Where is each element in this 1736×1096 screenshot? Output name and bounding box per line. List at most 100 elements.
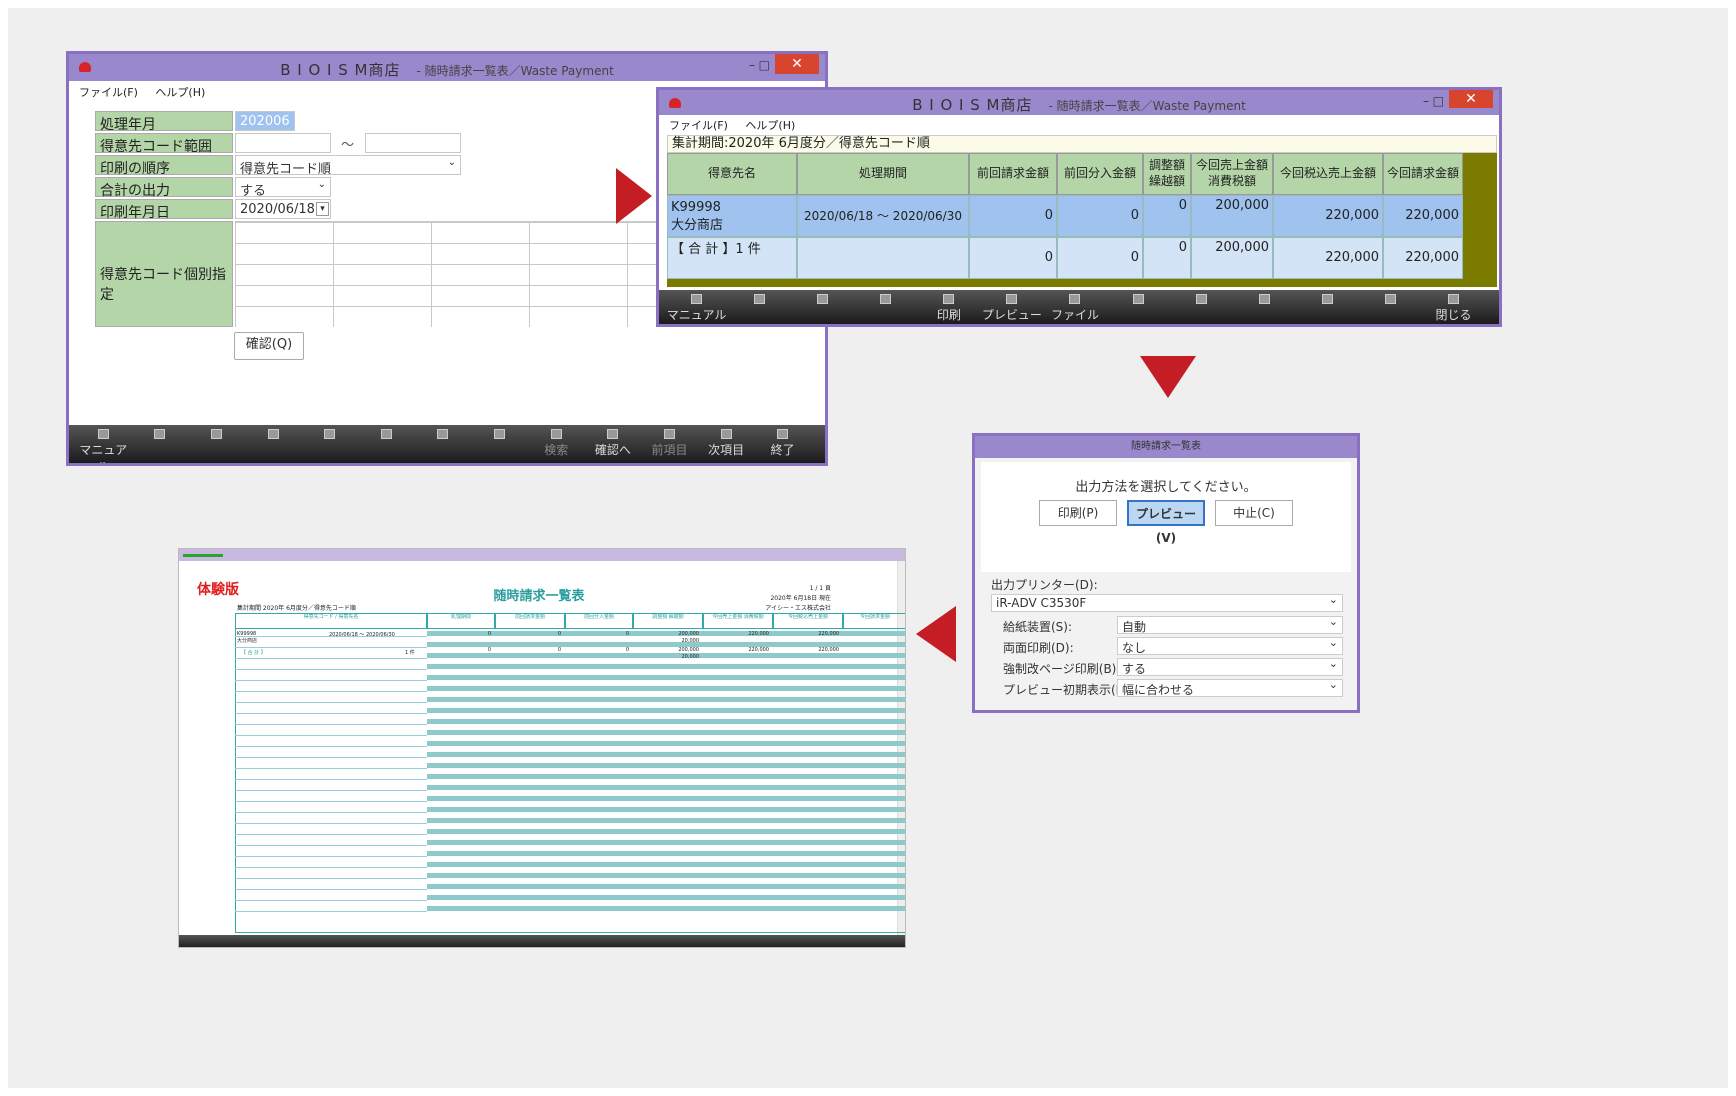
fkey-9[interactable]: 検索 xyxy=(528,429,585,458)
preview-value: 220,000 xyxy=(748,631,769,637)
close-button[interactable]: ✕ xyxy=(775,54,819,74)
blank-icon xyxy=(154,429,166,439)
fkey-3[interactable] xyxy=(791,294,854,306)
row-period-cell[interactable]: 2020/06/18 ～ 2020/06/30 xyxy=(797,195,969,237)
column-header: 前回分入金額 xyxy=(1057,153,1143,195)
preview-button[interactable]: プレビュー(V) xyxy=(1127,500,1205,545)
preview-row-line xyxy=(235,658,427,659)
fkey-10[interactable] xyxy=(1233,294,1296,306)
fkey-5[interactable]: 印刷 xyxy=(917,294,980,323)
fkey-8[interactable] xyxy=(1107,294,1170,306)
fkey-5[interactable] xyxy=(301,429,358,441)
option-select[interactable]: する xyxy=(1117,657,1343,676)
label-print-date: 印刷年月日 xyxy=(95,199,233,221)
row-paid-cell[interactable]: 0 xyxy=(1057,237,1143,279)
fkey-13[interactable]: 終了 xyxy=(754,429,811,458)
arrow-right-icon xyxy=(616,168,652,224)
preview-stripe xyxy=(427,807,905,812)
print-date-input[interactable]: 2020/06/18 ▾ xyxy=(235,199,331,219)
preview-value: 0 xyxy=(625,631,629,637)
processing-month-input[interactable]: 202006 xyxy=(235,111,295,131)
fkey-2[interactable] xyxy=(132,429,189,441)
printer-select[interactable]: iR-ADV C3530F xyxy=(991,593,1343,612)
row-customer-cell[interactable]: 【 合 計 】1 件 xyxy=(667,237,797,279)
fkey-6[interactable]: プレビュー xyxy=(980,294,1043,323)
option-label: プレビュー初期表示(I): xyxy=(1003,683,1128,697)
preview-name: 大分商店 xyxy=(237,638,258,644)
maximize-button[interactable]: □ xyxy=(1433,94,1444,108)
fkey-6[interactable] xyxy=(358,429,415,441)
menu-file[interactable]: ファイル(F) xyxy=(79,86,138,99)
label-print-order: 印刷の順序 xyxy=(95,155,233,177)
print-button[interactable]: 印刷(P) xyxy=(1039,500,1117,526)
row-sales-cell[interactable]: 200,000 xyxy=(1191,195,1273,237)
customer-range-from-input[interactable] xyxy=(235,133,331,153)
row-bill-cell[interactable]: 220,000 xyxy=(1383,195,1463,237)
option-select[interactable]: なし xyxy=(1117,636,1343,655)
option-select[interactable]: 自動 xyxy=(1117,615,1343,634)
minimize-button[interactable]: – xyxy=(749,58,755,72)
fkey-label: ファイル出... xyxy=(1050,308,1099,322)
row-adj-cell[interactable]: 0 xyxy=(1143,195,1191,237)
preview-value: 200,000 xyxy=(678,647,699,653)
customer-range-to-input[interactable] xyxy=(365,133,461,153)
fkey-9[interactable] xyxy=(1170,294,1233,306)
preview-row-line xyxy=(235,900,427,901)
menu-help[interactable]: ヘルプ(H) xyxy=(745,119,795,132)
fkey-3[interactable] xyxy=(188,429,245,441)
page-number: 1 / 1 頁 xyxy=(809,585,831,592)
minimize-button[interactable]: – xyxy=(1423,94,1429,108)
fkey-11[interactable] xyxy=(1296,294,1359,306)
menu-help[interactable]: ヘルプ(H) xyxy=(155,86,205,99)
fkey-4[interactable] xyxy=(245,429,302,441)
fkey-2[interactable] xyxy=(728,294,791,306)
row-bill-cell[interactable]: 220,000 xyxy=(1383,237,1463,279)
fkey-12[interactable]: 次項目 xyxy=(698,429,755,458)
preview-row-line xyxy=(235,724,427,725)
report-date: 2020年 6月18日 現在 xyxy=(770,595,831,602)
window-title: B I O I S M商店 xyxy=(280,61,401,79)
preview-stripe xyxy=(427,895,905,900)
row-prev-cell[interactable]: 0 xyxy=(969,237,1057,279)
fkey-12[interactable] xyxy=(1359,294,1422,306)
fkey-1[interactable]: マニュアル xyxy=(665,294,728,323)
preview-value: 0 xyxy=(487,647,491,653)
close-button[interactable]: ✕ xyxy=(1449,90,1493,108)
print-order-select[interactable]: 得意先コード順 ⌄ xyxy=(235,155,461,177)
row-period-cell[interactable] xyxy=(797,237,969,279)
preview-row-line xyxy=(235,746,427,747)
row-sales-cell[interactable]: 200,000 xyxy=(1191,237,1273,279)
preview-row-line xyxy=(235,790,427,791)
row-taxin-cell[interactable]: 220,000 xyxy=(1273,237,1383,279)
blank-icon xyxy=(1258,294,1270,304)
total-output-select[interactable]: する ⌄ xyxy=(235,177,331,199)
fkey-label: プレビュー xyxy=(981,308,1042,322)
maximize-button[interactable]: □ xyxy=(759,58,770,72)
preview-stripe xyxy=(427,730,905,735)
fkey-10[interactable]: 確認へ xyxy=(585,429,642,458)
fkey-13[interactable]: 閉じる xyxy=(1422,294,1485,323)
manual-icon xyxy=(97,429,109,439)
fkey-7[interactable] xyxy=(415,429,472,441)
option-select[interactable]: 幅に合わせる xyxy=(1117,678,1343,697)
fkey-8[interactable] xyxy=(471,429,528,441)
row-taxin-cell[interactable]: 220,000 xyxy=(1273,195,1383,237)
fkey-7[interactable]: ファイル出... xyxy=(1043,294,1106,324)
fkey-11[interactable]: 前項目 xyxy=(641,429,698,458)
row-prev-cell[interactable]: 0 xyxy=(969,195,1057,237)
title-bar: B I O I S M商店 - 随時請求一覧表／Waste Payment – … xyxy=(69,54,825,81)
fkey-4[interactable] xyxy=(854,294,917,306)
fkey-1[interactable]: マニュアル xyxy=(75,429,132,463)
calendar-dropdown-icon[interactable]: ▾ xyxy=(316,202,329,216)
arrow-left-icon xyxy=(916,606,956,662)
preview-stripe xyxy=(427,741,905,746)
preview-row-line xyxy=(235,812,427,813)
row-customer-cell[interactable]: K99998 大分商店 xyxy=(667,195,797,237)
window-subtitle: - 随時請求一覧表／Waste Payment xyxy=(1048,99,1246,113)
row-adj-cell[interactable]: 0 xyxy=(1143,237,1191,279)
menu-file[interactable]: ファイル(F) xyxy=(669,119,728,132)
cancel-button[interactable]: 中止(C) xyxy=(1215,500,1293,526)
row-paid-cell[interactable]: 0 xyxy=(1057,195,1143,237)
confirm-button[interactable]: 確認(Q) xyxy=(234,332,304,360)
preview-row-line xyxy=(235,680,427,681)
